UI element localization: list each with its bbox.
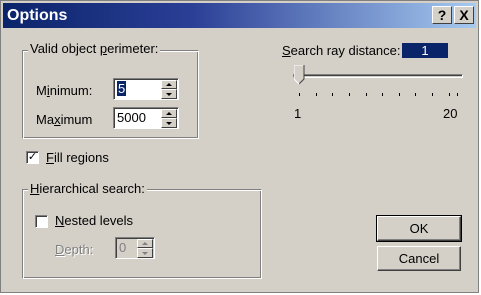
maximum-label: Maximum bbox=[36, 112, 93, 127]
arrow-down-icon bbox=[166, 122, 172, 125]
arrow-down-icon bbox=[166, 93, 172, 96]
minimum-spin-buttons bbox=[161, 80, 177, 99]
depth-spin-buttons bbox=[137, 239, 153, 258]
ok-button[interactable]: OK bbox=[376, 215, 462, 242]
help-button[interactable]: ? bbox=[432, 6, 452, 24]
title-bar[interactable]: Options ? X bbox=[3, 3, 476, 28]
slider-tick bbox=[348, 93, 350, 96]
minimum-decrement-button[interactable] bbox=[161, 89, 177, 99]
slider-min-label: 1 bbox=[294, 106, 302, 121]
slider-track[interactable] bbox=[293, 74, 463, 78]
hierarchical-groupbox bbox=[22, 189, 262, 279]
cancel-button[interactable]: Cancel bbox=[377, 246, 461, 271]
fill-regions-label[interactable]: Fill regions bbox=[46, 150, 109, 165]
arrow-up-icon bbox=[166, 112, 172, 115]
nested-levels-label[interactable]: Nested levels bbox=[55, 213, 133, 228]
slider-tick bbox=[457, 93, 458, 96]
depth-label: Depth: bbox=[55, 242, 94, 257]
maximum-value[interactable]: 5000 bbox=[117, 110, 146, 125]
depth-decrement-button[interactable] bbox=[137, 248, 153, 258]
minimum-value[interactable]: 5 bbox=[117, 81, 127, 96]
search-ray-value: 1 bbox=[402, 43, 448, 58]
minimum-label: Minimum: bbox=[36, 83, 93, 98]
search-ray-label: Search ray distance: bbox=[282, 43, 401, 58]
slider-tick bbox=[365, 93, 367, 96]
maximum-increment-button[interactable] bbox=[161, 109, 177, 118]
arrow-up-icon bbox=[166, 83, 172, 86]
maximum-spin-buttons bbox=[161, 109, 177, 128]
window-title: Options bbox=[7, 7, 68, 24]
slider-tick bbox=[415, 93, 417, 96]
minimum-spinbox[interactable]: 5 bbox=[113, 78, 179, 100]
slider-tick bbox=[432, 93, 434, 96]
close-button[interactable]: X bbox=[454, 6, 474, 24]
slider-max-label: 20 bbox=[443, 106, 458, 121]
slider-tick bbox=[382, 93, 384, 96]
depth-increment-button[interactable] bbox=[137, 239, 153, 248]
maximum-spinbox[interactable]: 5000 bbox=[113, 107, 179, 129]
slider-thumb[interactable] bbox=[294, 65, 305, 85]
options-dialog: Options ? X Valid object perimeter: Mini… bbox=[0, 0, 479, 293]
hierarchical-group-title: Hierarchical search: bbox=[28, 181, 147, 196]
maximum-decrement-button[interactable] bbox=[161, 118, 177, 128]
minimum-increment-button[interactable] bbox=[161, 80, 177, 89]
slider-tick bbox=[315, 93, 317, 96]
arrow-up-icon bbox=[142, 242, 148, 245]
slider-tick bbox=[448, 93, 450, 96]
fill-regions-checkbox[interactable]: ✓ bbox=[26, 151, 39, 164]
depth-value: 0 bbox=[119, 240, 127, 255]
nested-levels-checkbox[interactable] bbox=[35, 215, 48, 228]
slider-tick bbox=[398, 93, 400, 96]
arrow-down-icon bbox=[142, 252, 148, 255]
slider-tick bbox=[332, 93, 334, 96]
depth-spinbox[interactable]: 0 bbox=[115, 237, 155, 259]
perimeter-group-title: Valid object perimeter: bbox=[28, 41, 161, 56]
slider-tick bbox=[299, 93, 300, 96]
